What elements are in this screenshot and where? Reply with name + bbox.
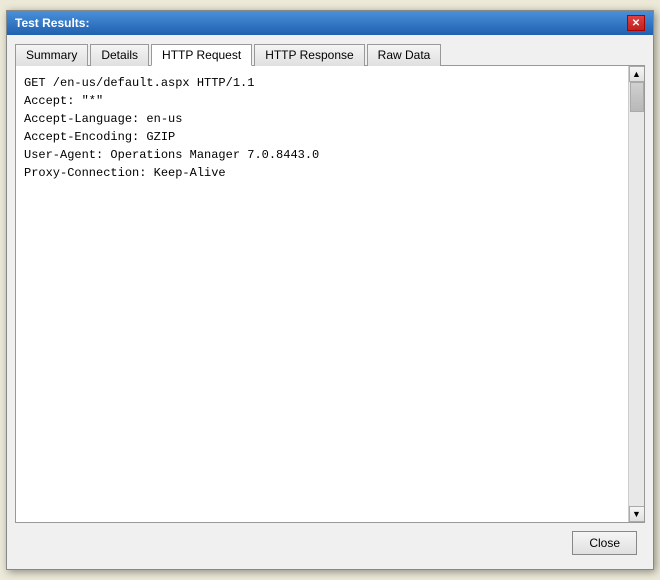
tab-details[interactable]: Details	[90, 44, 149, 66]
scroll-thumb[interactable]	[630, 82, 644, 112]
window-body: Summary Details HTTP Request HTTP Respon…	[7, 35, 653, 569]
content-area: GET /en-us/default.aspx HTTP/1.1 Accept:…	[15, 66, 645, 523]
tab-bar: Summary Details HTTP Request HTTP Respon…	[15, 43, 645, 66]
tab-http-request[interactable]: HTTP Request	[151, 44, 252, 66]
title-bar: Test Results: ✕	[7, 11, 653, 35]
title-bar-controls: ✕	[627, 15, 645, 31]
test-results-window: Test Results: ✕ Summary Details HTTP Req…	[6, 10, 654, 570]
tab-raw-data[interactable]: Raw Data	[367, 44, 442, 66]
tab-summary[interactable]: Summary	[15, 44, 88, 66]
scroll-track	[629, 82, 644, 506]
window-title: Test Results:	[15, 16, 89, 30]
scroll-down-arrow[interactable]: ▼	[629, 506, 645, 522]
close-button[interactable]: Close	[572, 531, 637, 555]
vertical-scrollbar[interactable]: ▲ ▼	[628, 66, 644, 522]
window-close-button[interactable]: ✕	[627, 15, 645, 31]
footer: Close	[15, 523, 645, 561]
http-request-content: GET /en-us/default.aspx HTTP/1.1 Accept:…	[24, 74, 636, 182]
tab-http-response[interactable]: HTTP Response	[254, 44, 364, 66]
scroll-up-arrow[interactable]: ▲	[629, 66, 645, 82]
